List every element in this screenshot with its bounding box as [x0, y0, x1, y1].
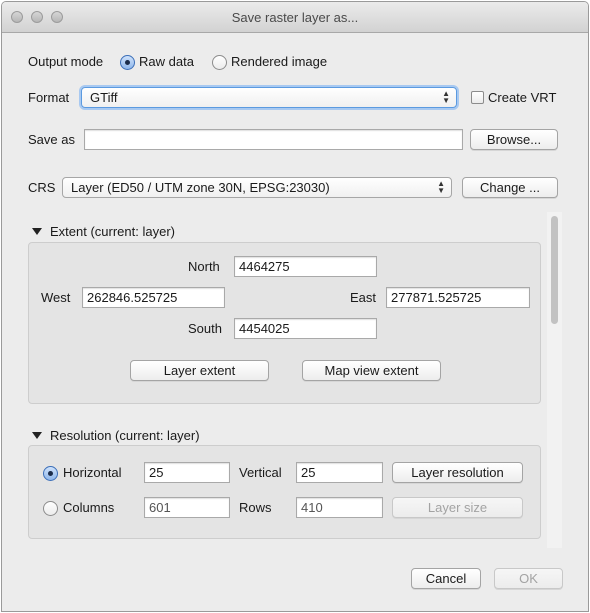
vertical-label: Vertical [239, 465, 282, 480]
create-vrt-checkbox[interactable] [471, 91, 484, 104]
collapse-triangle-icon[interactable] [32, 228, 42, 235]
vertical-input[interactable] [296, 462, 383, 483]
map-view-extent-button[interactable]: Map view extent [302, 360, 441, 381]
collapse-triangle-icon[interactable] [32, 432, 42, 439]
extent-section-title[interactable]: Extent (current: layer) [50, 224, 175, 239]
columns-label[interactable]: Columns [63, 500, 114, 515]
vertical-scrollbar[interactable] [547, 212, 562, 548]
browse-button[interactable]: Browse... [470, 129, 558, 150]
south-label: South [188, 321, 222, 336]
raw-data-label[interactable]: Raw data [139, 54, 194, 69]
extent-group: North West East South Layer extent Map v… [28, 242, 541, 404]
save-as-label: Save as [28, 132, 75, 147]
resolution-section-title[interactable]: Resolution (current: layer) [50, 428, 200, 443]
east-label: East [350, 290, 377, 305]
raw-data-radio[interactable] [120, 55, 135, 70]
ok-button[interactable]: OK [494, 568, 563, 589]
rendered-image-radio[interactable] [212, 55, 227, 70]
title-bar[interactable]: Save raster layer as... [2, 2, 588, 33]
layer-size-button[interactable]: Layer size [392, 497, 523, 518]
window-title: Save raster layer as... [231, 10, 359, 25]
horizontal-input[interactable] [144, 462, 230, 483]
create-vrt-label[interactable]: Create VRT [488, 90, 556, 105]
columns-radio[interactable] [43, 501, 58, 516]
layer-resolution-button[interactable]: Layer resolution [392, 462, 523, 483]
format-select-value: GTiff [90, 90, 118, 105]
scrollbar-thumb[interactable] [551, 216, 558, 324]
horizontal-radio[interactable] [43, 466, 58, 481]
save-raster-dialog: Save raster layer as... Output mode Raw … [1, 1, 589, 612]
crs-label: CRS [28, 180, 56, 195]
updown-arrows-icon: ▲ ▼ [442, 89, 450, 105]
save-as-input[interactable] [84, 129, 463, 150]
change-crs-button[interactable]: Change ... [462, 177, 558, 198]
east-input[interactable] [386, 287, 530, 308]
crs-select-value: Layer (ED50 / UTM zone 30N, EPSG:23030) [71, 180, 330, 195]
format-label: Format [28, 90, 70, 105]
format-select[interactable]: GTiff ▲ ▼ [81, 87, 457, 108]
horizontal-label[interactable]: Horizontal [63, 465, 122, 480]
resolution-group: Horizontal Vertical Layer resolution Col… [28, 445, 541, 539]
crs-select[interactable]: Layer (ED50 / UTM zone 30N, EPSG:23030) … [62, 177, 452, 198]
options-scroll-area[interactable]: Extent (current: layer) North West East … [19, 212, 565, 548]
rows-label: Rows [239, 500, 272, 515]
rendered-image-label[interactable]: Rendered image [231, 54, 327, 69]
west-input[interactable] [82, 287, 225, 308]
columns-input[interactable] [144, 497, 230, 518]
layer-extent-button[interactable]: Layer extent [130, 360, 269, 381]
north-input[interactable] [234, 256, 377, 277]
cancel-button[interactable]: Cancel [411, 568, 481, 589]
updown-arrows-icon: ▲ ▼ [437, 179, 445, 195]
north-label: North [188, 259, 220, 274]
south-input[interactable] [234, 318, 377, 339]
west-label: West [41, 290, 71, 305]
rows-input[interactable] [296, 497, 383, 518]
output-mode-label: Output mode [28, 54, 104, 69]
